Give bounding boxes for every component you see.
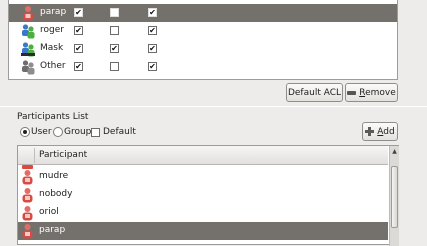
acl-row-label: roger bbox=[40, 25, 64, 35]
acl-execute-checkbox[interactable]: ✔ bbox=[148, 26, 157, 35]
user-icon bbox=[22, 224, 33, 239]
acl-write-checkbox[interactable] bbox=[110, 26, 119, 35]
remove-button[interactable]: Remove bbox=[345, 83, 398, 102]
acl-row-label: parap bbox=[40, 7, 67, 17]
acl-execute-checkbox[interactable]: ✔ bbox=[148, 44, 157, 53]
remove-label: Remove bbox=[359, 87, 396, 98]
participant-row-mudre[interactable]: mudre bbox=[18, 168, 388, 186]
acl-read-checkbox[interactable]: ✔ bbox=[74, 26, 83, 35]
acl-read-checkbox[interactable]: ✔ bbox=[74, 62, 83, 71]
user-icon bbox=[23, 6, 33, 21]
participants-header[interactable]: Participant bbox=[18, 146, 388, 165]
user-icon bbox=[22, 170, 33, 185]
acl-row-label: Other bbox=[40, 61, 66, 71]
scroll-up-icon[interactable]: ▲ bbox=[390, 148, 399, 155]
user-icon bbox=[22, 206, 33, 221]
participant-row-oriol[interactable]: oriol bbox=[18, 204, 388, 222]
participant-row-parap[interactable]: parap bbox=[18, 222, 388, 240]
acl-write-checkbox[interactable]: ✔ bbox=[110, 44, 119, 53]
remove-icon bbox=[347, 90, 357, 95]
add-label: Add bbox=[377, 126, 395, 137]
participant-name: parap bbox=[39, 225, 66, 235]
other-icon bbox=[22, 60, 35, 75]
acl-read-checkbox[interactable]: ✔ bbox=[74, 44, 83, 53]
acl-row-mask[interactable]: Mask ✔ ✔ ✔ bbox=[9, 40, 397, 58]
default-acl-label: Default ACL bbox=[287, 87, 342, 98]
participant-name: nobody bbox=[39, 189, 73, 199]
participants-scrollbar[interactable]: ▲ bbox=[389, 146, 399, 246]
plus-icon bbox=[365, 127, 375, 136]
acl-execute-checkbox[interactable]: ✔ bbox=[148, 8, 157, 17]
acl-list[interactable]: parap ✔ ✔ roger ✔ ✔ Mask ✔ ✔ ✔ Other ✔ ✔ bbox=[8, 0, 398, 80]
column-separator bbox=[34, 148, 35, 163]
participant-name: mudre bbox=[39, 171, 69, 181]
acl-row-label: Mask bbox=[40, 43, 64, 53]
participant-column-header: Participant bbox=[39, 150, 88, 160]
group-radio[interactable] bbox=[53, 127, 63, 137]
group-icon bbox=[22, 24, 35, 39]
default-checkbox[interactable] bbox=[91, 128, 100, 137]
participant-row-nobody[interactable]: nobody bbox=[18, 186, 388, 204]
acl-write-checkbox[interactable] bbox=[110, 62, 119, 71]
acl-row-parap[interactable]: parap ✔ ✔ bbox=[9, 4, 397, 22]
default-checkbox-label: Default bbox=[103, 127, 136, 137]
user-radio-label: User bbox=[31, 127, 52, 137]
default-acl-button[interactable]: Default ACL bbox=[286, 83, 343, 102]
participants-title: Participants List bbox=[17, 112, 89, 122]
section-divider bbox=[0, 106, 427, 107]
user-icon bbox=[22, 188, 33, 203]
acl-execute-checkbox[interactable]: ✔ bbox=[148, 62, 157, 71]
add-button[interactable]: Add bbox=[362, 122, 398, 141]
acl-row-other[interactable]: Other ✔ ✔ bbox=[9, 58, 397, 76]
mask-icon bbox=[21, 42, 35, 57]
acl-write-checkbox[interactable] bbox=[110, 8, 119, 17]
participant-name: oriol bbox=[39, 207, 59, 217]
acl-read-checkbox[interactable]: ✔ bbox=[74, 8, 83, 17]
acl-row-roger[interactable]: roger ✔ ✔ bbox=[9, 22, 397, 40]
participants-list[interactable]: Participant mudre nobody oriol parap ▲ bbox=[17, 145, 399, 246]
scrollbar-thumb[interactable] bbox=[391, 166, 398, 228]
group-radio-label: Group bbox=[64, 127, 92, 137]
user-radio[interactable] bbox=[20, 127, 30, 137]
